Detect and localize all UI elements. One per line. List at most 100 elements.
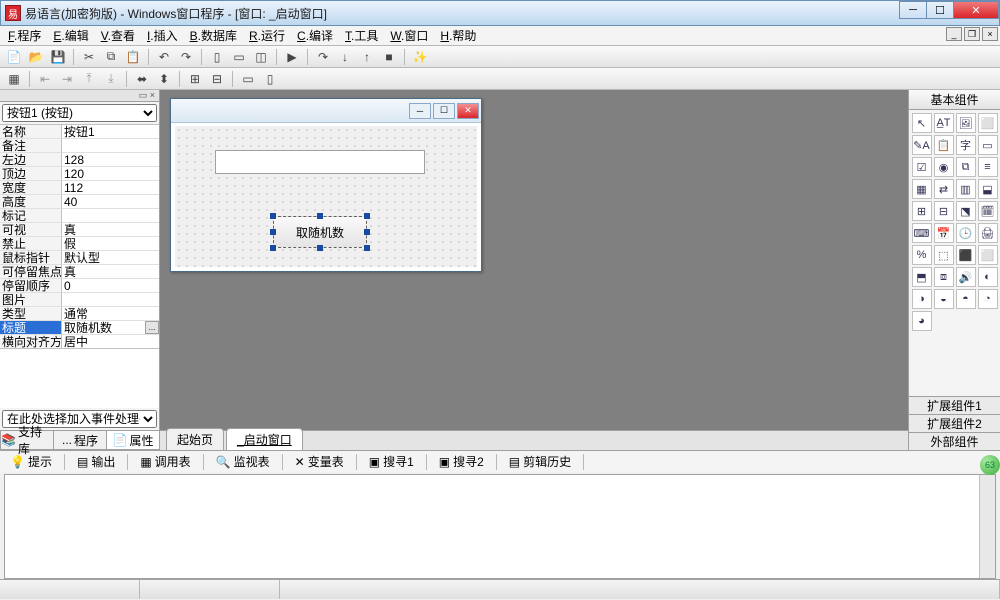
step-into-icon[interactable]: ↓ [335, 48, 355, 66]
palette-component[interactable]: ◕ [912, 311, 932, 331]
palette-component[interactable]: 🖼 [956, 113, 976, 133]
prop-row[interactable]: 左边128 [0, 153, 159, 167]
selection-handle[interactable] [270, 245, 276, 251]
align-top-icon[interactable]: ⤒ [79, 70, 99, 88]
same-width-icon[interactable]: ⬌ [132, 70, 152, 88]
output-scrollbar[interactable] [979, 475, 995, 578]
menu-c[interactable]: C.编译 [291, 25, 339, 46]
align-bottom-icon[interactable]: ⤓ [101, 70, 121, 88]
menu-b[interactable]: B.数据库 [184, 25, 243, 46]
selection-handle[interactable] [364, 213, 370, 219]
palette-component[interactable]: 🕒 [956, 223, 976, 243]
property-grid[interactable]: 名称按钮1备注左边128顶边120宽度112高度40标记可视真禁止假鼠标指针默认… [0, 124, 159, 348]
palette-component[interactable]: ✎A [912, 135, 932, 155]
form-close-button[interactable]: ✕ [457, 103, 479, 119]
dist-v-icon[interactable]: ▯ [260, 70, 280, 88]
palette-component[interactable]: ⬓ [978, 179, 998, 199]
menu-w[interactable]: W.窗口 [384, 25, 434, 46]
prop-row[interactable]: 鼠标指针默认型 [0, 251, 159, 265]
object-selector[interactable]: 按钮1 (按钮) [2, 104, 157, 122]
selection-handle[interactable] [317, 213, 323, 219]
prop-row[interactable]: 宽度112 [0, 181, 159, 195]
palette-component[interactable]: ◔ [978, 289, 998, 309]
center-h-icon[interactable]: ⊞ [185, 70, 205, 88]
maximize-button[interactable]: ☐ [926, 1, 954, 19]
prop-row[interactable]: 可视真 [0, 223, 159, 237]
palette-component[interactable]: ▥ [956, 179, 976, 199]
prop-row[interactable]: 名称按钮1 [0, 125, 159, 139]
selection-handle[interactable] [364, 245, 370, 251]
mdi-minimize-button[interactable]: _ [946, 27, 962, 41]
tab-support-lib[interactable]: 📚 支持库 [0, 431, 54, 450]
output-tab-1[interactable]: ▤输出 [73, 451, 119, 472]
palette-component[interactable]: ⬛ [956, 245, 976, 265]
palette-tab-external[interactable]: 外部组件 [909, 432, 1000, 450]
copy-icon[interactable]: ⧉ [101, 48, 121, 66]
palette-component[interactable]: ▭ [978, 135, 998, 155]
menu-v[interactable]: V.查看 [95, 25, 141, 46]
prop-row[interactable]: 标题取随机数... [0, 321, 159, 335]
output-tab-5[interactable]: ▣搜寻1 [365, 451, 418, 472]
prop-row[interactable]: 顶边120 [0, 167, 159, 181]
prop-row[interactable]: 标记 [0, 209, 159, 223]
palette-component[interactable]: ⧈ [934, 267, 954, 287]
save-icon[interactable]: 💾 [48, 48, 68, 66]
layout-2-icon[interactable]: ▭ [229, 48, 249, 66]
output-tab-2[interactable]: ▦调用表 [136, 451, 194, 472]
palette-component[interactable]: 🗓 [978, 201, 998, 221]
menu-f[interactable]: F.程序 [2, 25, 47, 46]
form-designer[interactable]: ─ ☐ ✕ 取随机数 起始页 _启动窗口 [160, 90, 908, 450]
form-maximize-button[interactable]: ☐ [433, 103, 455, 119]
menu-e[interactable]: E.编辑 [47, 25, 94, 46]
palette-component[interactable]: ⊟ [934, 201, 954, 221]
palette-component[interactable]: ▦ [912, 179, 932, 199]
open-icon[interactable]: 📂 [26, 48, 46, 66]
selection-handle[interactable] [364, 229, 370, 235]
form-minimize-button[interactable]: ─ [409, 103, 431, 119]
layout-3-icon[interactable]: ◫ [251, 48, 271, 66]
selection-handle[interactable] [270, 213, 276, 219]
prop-row[interactable]: 停留顺序0 [0, 279, 159, 293]
mdi-restore-button[interactable]: ❐ [964, 27, 980, 41]
palette-component[interactable]: ◓ [956, 289, 976, 309]
align-right-icon[interactable]: ⇥ [57, 70, 77, 88]
minimize-button[interactable]: ─ [899, 1, 927, 19]
tab-properties[interactable]: 📄 属性 [106, 431, 160, 450]
palette-component[interactable]: ◉ [934, 157, 954, 177]
palette-tab-ext1[interactable]: 扩展组件1 [909, 396, 1000, 414]
palette-component[interactable]: 🔊 [956, 267, 976, 287]
close-button[interactable]: ✕ [953, 1, 999, 19]
prop-row[interactable]: 横向对齐方式居中 [0, 335, 159, 348]
output-tab-6[interactable]: ▣搜寻2 [435, 451, 488, 472]
layout-1-icon[interactable]: ▯ [207, 48, 227, 66]
tab-startup-window[interactable]: _启动窗口 [226, 428, 303, 450]
palette-component[interactable]: 字 [956, 135, 976, 155]
dist-h-icon[interactable]: ▭ [238, 70, 258, 88]
cut-icon[interactable]: ✂ [79, 48, 99, 66]
designed-editbox[interactable] [215, 150, 425, 174]
designed-form[interactable]: ─ ☐ ✕ 取随机数 [170, 98, 482, 272]
output-tab-0[interactable]: 💡提示 [6, 451, 56, 472]
undo-icon[interactable]: ↶ [154, 48, 174, 66]
palette-tab-ext2[interactable]: 扩展组件2 [909, 414, 1000, 432]
menu-t[interactable]: T.工具 [339, 25, 384, 46]
tab-start-page[interactable]: 起始页 [166, 428, 224, 450]
palette-component[interactable]: 📋 [934, 135, 954, 155]
prop-row[interactable]: 备注 [0, 139, 159, 153]
menu-r[interactable]: R.运行 [243, 25, 291, 46]
step-out-icon[interactable]: ↑ [357, 48, 377, 66]
run-icon[interactable]: ▶ [282, 48, 302, 66]
palette-component[interactable]: ◐ [978, 267, 998, 287]
center-v-icon[interactable]: ⊟ [207, 70, 227, 88]
palette-component[interactable]: ⬔ [956, 201, 976, 221]
panel-close-icon[interactable]: ▭ × [0, 90, 159, 102]
redo-icon[interactable]: ↷ [176, 48, 196, 66]
output-tab-7[interactable]: ▤剪辑历史 [505, 451, 575, 472]
paste-icon[interactable]: 📋 [123, 48, 143, 66]
wizard-icon[interactable]: ✨ [410, 48, 430, 66]
tab-program[interactable]: ... 程序 [53, 431, 107, 450]
same-height-icon[interactable]: ⬍ [154, 70, 174, 88]
prop-row[interactable]: 可停留焦点真 [0, 265, 159, 279]
palette-component[interactable]: A̲T [934, 113, 954, 133]
grid-icon[interactable]: ▦ [4, 70, 24, 88]
